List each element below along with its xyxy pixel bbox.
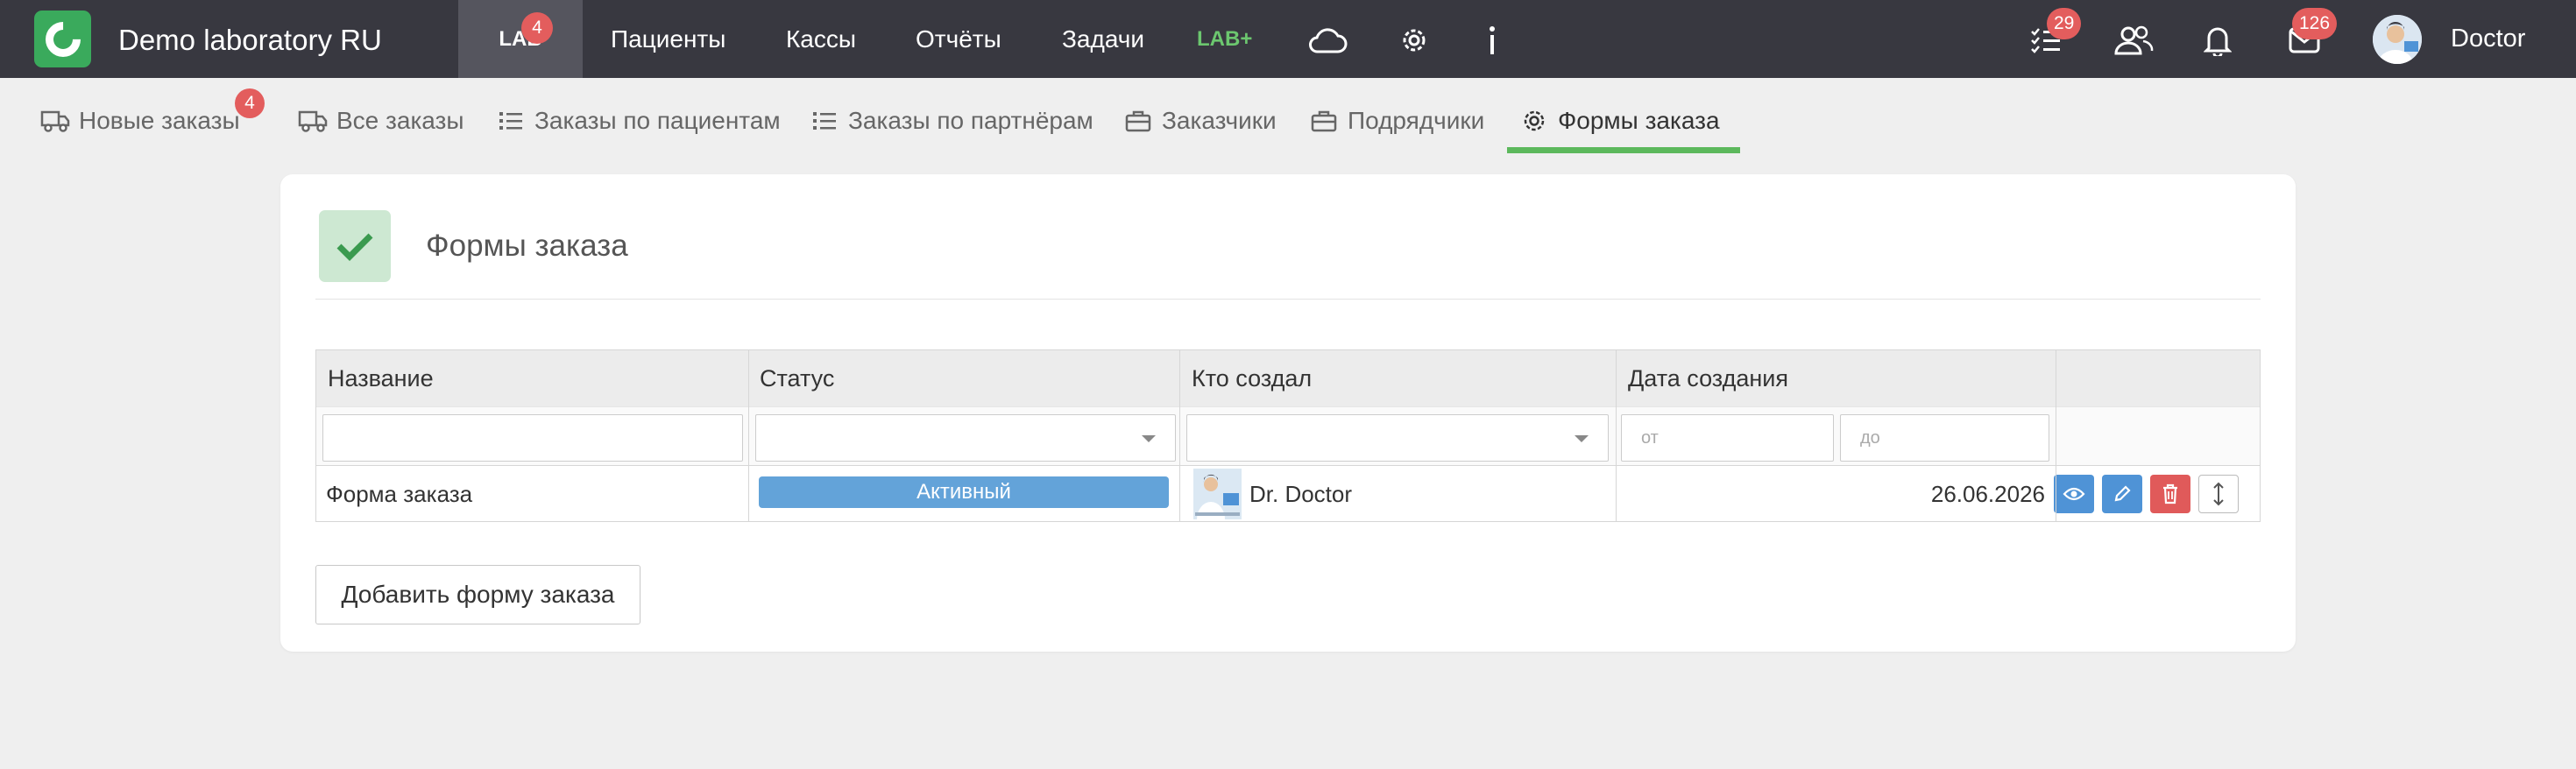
page-title: Формы заказа	[426, 229, 628, 263]
nav-lab[interactable]: LAB 4	[458, 0, 583, 78]
info-icon[interactable]	[1476, 23, 1509, 58]
table-filter-row: от до	[316, 406, 2260, 465]
divider	[315, 299, 2261, 300]
column-divider	[748, 350, 749, 521]
subnav-contractors[interactable]: Подрядчики	[1309, 103, 1484, 138]
order-forms-card: Формы заказа Название Статус Кто создал …	[280, 174, 2296, 652]
eye-icon	[2063, 487, 2085, 501]
subnav-label: Заказчики	[1162, 107, 1277, 134]
chevron-down-icon	[1575, 435, 1589, 442]
form-name-cell: Форма заказа	[326, 481, 473, 507]
truck-icon	[40, 108, 70, 134]
add-order-form-button[interactable]: Добавить форму заказа	[315, 565, 640, 624]
creator-avatar	[1193, 469, 1242, 519]
nav-reports[interactable]: Отчёты	[916, 0, 1001, 78]
app-name[interactable]: Demo laboratory RU	[118, 24, 382, 57]
delete-button[interactable]	[2150, 475, 2190, 513]
users-icon[interactable]	[2113, 23, 2154, 58]
subnav-order-forms[interactable]: Формы заказа	[1519, 103, 1720, 138]
subnav-orders-by-partners[interactable]: Заказы по партнёрам	[810, 103, 1093, 138]
column-header-created-date[interactable]: Дата создания	[1628, 365, 1788, 392]
vertical-arrows-icon	[2213, 482, 2224, 506]
gear-icon[interactable]	[1397, 23, 1432, 58]
app-logo[interactable]	[34, 11, 91, 67]
list-icon	[496, 108, 526, 134]
date-to-filter-input[interactable]: до	[1840, 414, 2049, 462]
date-from-placeholder: от	[1641, 428, 1659, 448]
column-header-status[interactable]: Статус	[760, 365, 834, 392]
tasks-badge: 29	[2047, 8, 2082, 39]
subnav-label: Заказы по партнёрам	[848, 107, 1093, 134]
creator-filter-select[interactable]	[1186, 414, 1609, 462]
nav-patients[interactable]: Пациенты	[611, 0, 725, 78]
name-filter-input[interactable]	[322, 414, 743, 462]
subnav-label: Формы заказа	[1558, 107, 1720, 134]
chevron-down-icon	[1142, 435, 1156, 442]
subnav-label: Подрядчики	[1348, 107, 1485, 134]
user-name[interactable]: Doctor	[2451, 25, 2525, 53]
briefcase-icon	[1123, 108, 1153, 134]
subnav-customers[interactable]: Заказчики	[1123, 103, 1277, 138]
avatar[interactable]	[2373, 15, 2422, 64]
pencil-icon	[2114, 485, 2131, 502]
edit-button[interactable]	[2102, 475, 2142, 513]
subnav-orders-by-patients[interactable]: Заказы по пациентам	[496, 103, 781, 138]
created-date: 26.06.2026	[1930, 481, 2045, 507]
list-icon	[810, 108, 839, 134]
order-forms-table: Название Статус Кто создал Дата создания…	[315, 349, 2261, 522]
nav-labplus[interactable]: LAB+	[1197, 0, 1252, 78]
subnav-all-orders[interactable]: Все заказы	[298, 103, 464, 138]
top-navbar: Demo laboratory RU LAB 4 Пациенты Кассы …	[0, 0, 2576, 78]
nav-lab-badge: 4	[521, 12, 553, 44]
bell-icon[interactable]	[2200, 23, 2235, 58]
cloud-icon[interactable]	[1306, 23, 1348, 58]
subnav-new-orders[interactable]: Новые заказы	[40, 103, 240, 138]
trash-icon	[2163, 483, 2177, 504]
truck-icon	[298, 108, 328, 134]
subnav-label: Все заказы	[336, 107, 464, 134]
nav-tasks[interactable]: Задачи	[1062, 0, 1144, 78]
column-header-name[interactable]: Название	[328, 365, 434, 392]
briefcase-icon	[1309, 108, 1339, 134]
reorder-button[interactable]	[2198, 475, 2239, 513]
new-orders-badge: 4	[235, 88, 265, 118]
date-from-filter-input[interactable]: от	[1621, 414, 1834, 462]
status-badge: Активный	[759, 476, 1169, 508]
column-header-creator[interactable]: Кто создал	[1192, 365, 1312, 392]
subnav-label: Заказы по пациентам	[534, 107, 781, 134]
view-button[interactable]	[2054, 475, 2094, 513]
creator-name[interactable]: Dr. Doctor	[1249, 481, 1352, 508]
table-row[interactable]: Форма заказа Активный Dr. Doctor 26.06.2…	[316, 465, 2260, 521]
active-tab-indicator	[1507, 147, 1740, 153]
column-divider	[1179, 350, 1180, 521]
table-header-row: Название Статус Кто создал Дата создания	[316, 350, 2260, 406]
check-icon	[319, 210, 391, 282]
mail-badge: 126	[2292, 8, 2338, 39]
subnav-label: Новые заказы	[79, 107, 240, 134]
nav-cashdesks[interactable]: Кассы	[786, 0, 856, 78]
column-divider	[1616, 350, 1617, 521]
date-to-placeholder: до	[1860, 428, 1880, 448]
status-filter-select[interactable]	[755, 414, 1176, 462]
gear-icon	[1519, 108, 1549, 134]
